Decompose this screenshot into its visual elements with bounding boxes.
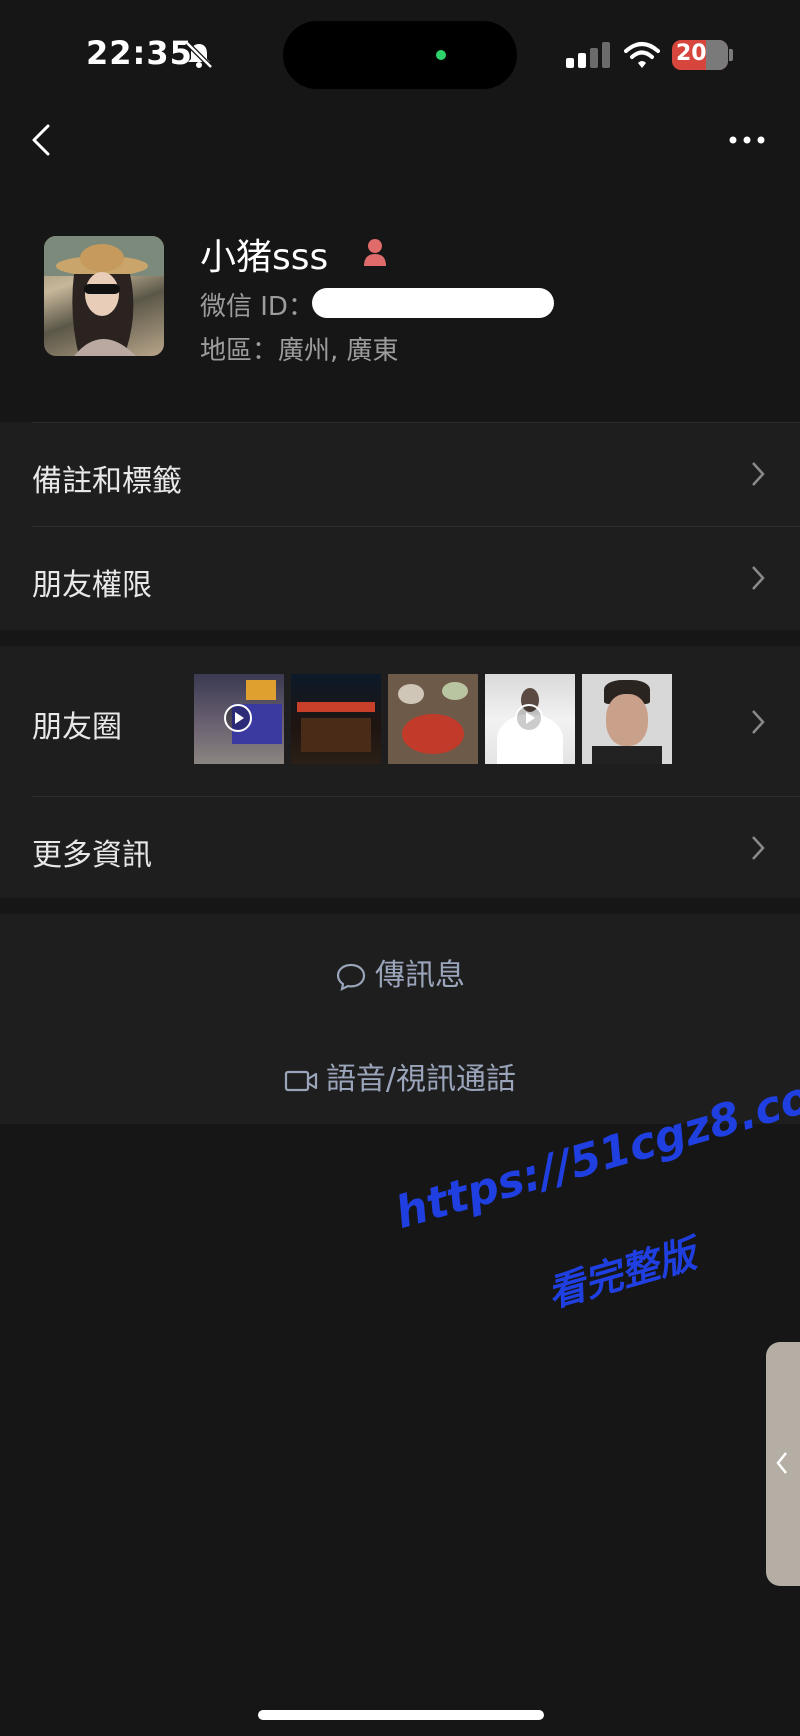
info-section: 備註和標籤 朋友權限 (0, 422, 800, 630)
send-message-button[interactable]: 傳訊息 (0, 950, 800, 994)
moments-thumbnail[interactable] (582, 674, 672, 764)
chevron-left-icon[interactable] (28, 122, 54, 158)
chat-bubble-icon (336, 963, 366, 991)
chevron-right-icon (752, 566, 765, 590)
row-remarks-tags[interactable]: 備註和標籤 (0, 422, 800, 526)
moments-thumbnail[interactable] (194, 674, 284, 764)
avatar[interactable] (44, 236, 164, 356)
home-indicator[interactable] (258, 1710, 544, 1720)
chevron-left-icon (776, 1452, 787, 1474)
battery-cap (729, 49, 733, 61)
row-more-info-label: 更多資訊 (32, 838, 152, 873)
camera-indicator (436, 50, 446, 60)
watermark-caption: 看完整版 (542, 1231, 701, 1316)
row-friend-permissions-label: 朋友權限 (32, 568, 152, 603)
redaction-mark (312, 288, 554, 318)
battery-charging-icon: 20 (672, 40, 728, 70)
chevron-right-icon (752, 462, 765, 486)
row-friend-permissions[interactable]: 朋友權限 (0, 526, 800, 630)
row-more-info[interactable]: 更多資訊 (0, 796, 800, 898)
signal-icon (566, 42, 610, 68)
dynamic-island (283, 21, 517, 89)
bell-slash-icon (185, 41, 213, 69)
region: 地區：廣州, 廣東 (200, 330, 399, 367)
battery-level: 20 (676, 41, 707, 66)
send-message-label: 傳訊息 (375, 958, 465, 993)
wifi-icon (624, 42, 660, 68)
moments-thumbnail[interactable] (485, 674, 575, 764)
status-time: 22:35 (86, 34, 193, 72)
actions-section: 傳訊息 語音/視訊通話 (0, 914, 800, 1124)
voice-video-call-label: 語音/視訊通話 (325, 1062, 517, 1097)
voice-video-call-button[interactable]: 語音/視訊通話 (0, 1054, 800, 1098)
row-remarks-tags-label: 備註和標籤 (32, 464, 182, 499)
chevron-right-icon (752, 710, 765, 734)
play-icon (515, 704, 543, 732)
region-label: 地區： (200, 336, 279, 366)
video-camera-icon (284, 1070, 318, 1091)
moments-thumbnail[interactable] (291, 674, 381, 764)
chevron-right-icon (752, 836, 765, 860)
female-user-icon (364, 239, 386, 266)
row-moments-label: 朋友圈 (32, 710, 122, 745)
moments-thumbnail[interactable] (388, 674, 478, 764)
side-drawer-handle[interactable] (766, 1342, 800, 1586)
more-dots-icon[interactable] (728, 128, 766, 152)
wechat-id-label: 微信 ID： (200, 292, 314, 322)
region-value: 廣州, 廣東 (278, 336, 399, 366)
profile-name: 小猪sss (200, 237, 329, 278)
play-icon (224, 704, 252, 732)
